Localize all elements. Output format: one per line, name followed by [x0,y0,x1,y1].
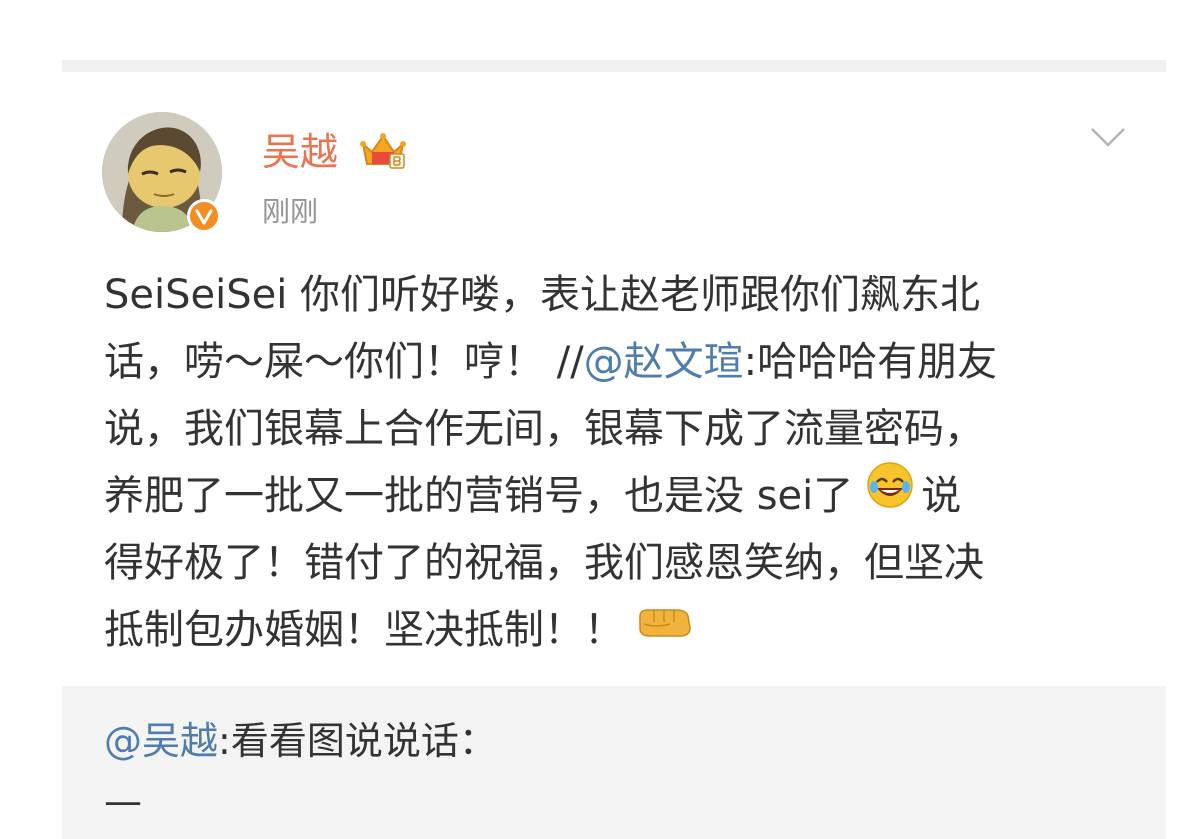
mention-link[interactable]: @赵文瑄 [584,339,744,385]
repost-comment: :看看图说说话： [218,719,497,763]
chevron-down-icon[interactable] [1090,125,1126,149]
repost-mention[interactable]: @吴越 [104,719,218,763]
post-text-segment: 说 [921,473,962,519]
post-text-segment: 话，唠～屎～你们！哼！ // [104,339,584,385]
top-divider [62,60,1166,72]
weibo-post-card: 吴越 刚刚 SeiSeiSei 你们听好喽，表让赵老师跟你们飙东北 话，唠～屎～你… [0,0,1200,839]
vip-crown-icon[interactable] [358,130,408,172]
post-text-segment: :哈哈哈有朋友 [743,339,998,385]
post-text-segment: 养肥了一批又一批的营销号，也是没 sei了 [104,473,854,519]
repost-dash: — [104,779,142,823]
username[interactable]: 吴越 [262,128,338,176]
repost-text: @吴越:看看图说说话： [104,716,497,766]
laughing-emoji [865,460,915,531]
post-line: 话，唠～屎～你们！哼！ //@赵文瑄:哈哈哈有朋友 [104,329,1144,396]
post-text-segment: 得好极了！错付了的祝福，我们感恩笑纳，但坚决 [104,540,984,586]
post-line: 说，我们银幕上合作无间，银幕下成了流量密码， [104,396,1144,463]
post-line: 养肥了一批又一批的营销号，也是没 sei了 说 [104,460,1144,531]
post-text-segment: 抵制包办婚姻！坚决抵制！！ [104,607,624,653]
post-line: SeiSeiSei 你们听好喽，表让赵老师跟你们飙东北 [104,262,1144,329]
timestamp: 刚刚 [262,195,319,228]
verified-badge-icon [187,199,221,233]
fist-emoji [636,596,694,663]
post-line: 抵制包办婚姻！坚决抵制！！ [104,597,1144,664]
post-text: SeiSeiSei 你们听好喽，表让赵老师跟你们飙东北 话，唠～屎～你们！哼！ /… [104,262,1144,664]
post-line: 得好极了！错付了的祝福，我们感恩笑纳，但坚决 [104,530,1144,597]
post-text-segment: SeiSeiSei 你们听好喽，表让赵老师跟你们飙东北 [104,272,981,318]
post-text-segment: 说，我们银幕上合作无间，银幕下成了流量密码， [104,406,984,452]
